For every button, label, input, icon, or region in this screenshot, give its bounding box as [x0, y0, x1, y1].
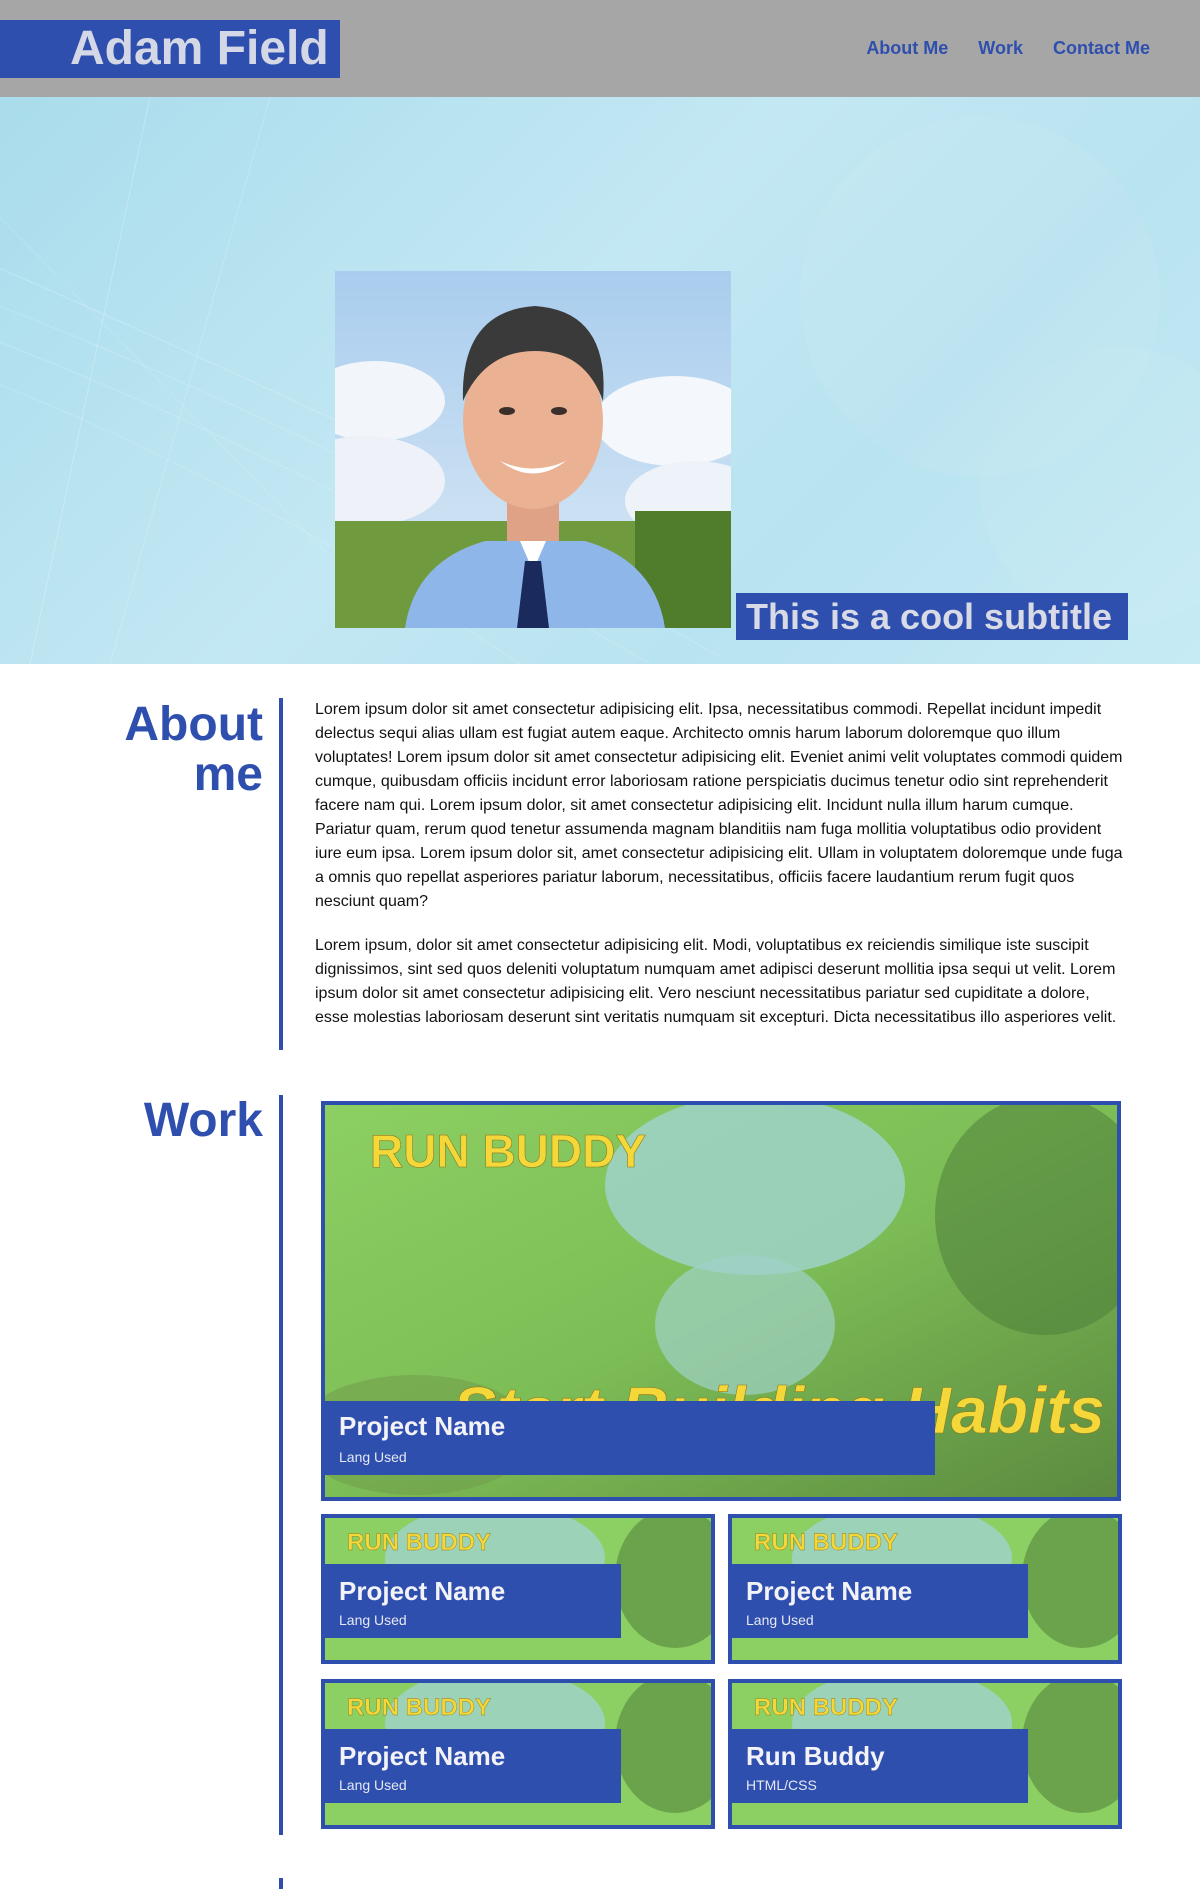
site-title[interactable]: Adam Field	[70, 20, 329, 78]
hero-banner: This is a cool subtitle	[0, 97, 1200, 664]
runbuddy-logo-text: RUN BUDDY	[754, 1529, 898, 1556]
project-label: Project Name Lang Used	[325, 1729, 621, 1803]
runbuddy-logo-text: RUN BUDDY	[754, 1694, 898, 1721]
runbuddy-logo-text: RUN BUDDY	[347, 1694, 491, 1721]
project-lang: HTML/CSS	[746, 1777, 817, 1793]
nav-about-me[interactable]: About Me	[866, 38, 948, 59]
hero-subtitle-box: This is a cool subtitle	[736, 593, 1128, 640]
project-card[interactable]: RUN BUDDY Run Buddy HTML/CSS	[728, 1679, 1122, 1829]
project-name[interactable]: Project Name	[339, 1411, 505, 1442]
about-heading-line2: me	[193, 748, 263, 801]
work-heading: Work	[143, 1094, 263, 1147]
runbuddy-logo-text: RUN BUDDY	[370, 1125, 646, 1177]
about-paragraph: Lorem ipsum, dolor sit amet consectetur …	[315, 937, 1117, 1026]
project-lang: Lang Used	[339, 1449, 407, 1465]
project-name[interactable]: Project Name	[339, 1741, 505, 1772]
about-heading: About me	[80, 700, 263, 800]
project-name[interactable]: Project Name	[339, 1576, 505, 1607]
project-lang: Lang Used	[339, 1777, 407, 1793]
project-name[interactable]: Run Buddy	[746, 1741, 885, 1772]
project-card-featured[interactable]: RUN BUDDY Start Building Habits Project …	[321, 1101, 1121, 1501]
hero-subtitle: This is a cool subtitle	[746, 595, 1113, 637]
profile-photo	[335, 271, 731, 628]
site-header: Adam Field About Me Work Contact Me	[0, 0, 1200, 97]
brand-box: Adam Field	[0, 20, 340, 78]
about-heading-line1: About	[124, 698, 263, 751]
project-card[interactable]: RUN BUDDY Project Name Lang Used	[728, 1514, 1122, 1664]
about-divider	[279, 698, 283, 1050]
project-label: Project Name Lang Used	[325, 1564, 621, 1638]
work-divider	[279, 1095, 283, 1835]
project-card[interactable]: RUN BUDDY Project Name Lang Used	[321, 1514, 715, 1664]
project-lang: Lang Used	[339, 1612, 407, 1628]
project-label: Project Name Lang Used	[325, 1401, 935, 1475]
about-content: Lorem ipsum dolor sit amet consectetur a…	[315, 698, 1127, 1050]
project-name[interactable]: Project Name	[746, 1576, 912, 1607]
project-card[interactable]: RUN BUDDY Project Name Lang Used	[321, 1679, 715, 1829]
nav-contact-me[interactable]: Contact Me	[1053, 38, 1150, 59]
project-label: Project Name Lang Used	[732, 1564, 1028, 1638]
about-paragraph: Lorem ipsum dolor sit amet consectetur a…	[315, 701, 1123, 910]
runbuddy-logo-text: RUN BUDDY	[347, 1529, 491, 1556]
nav-work[interactable]: Work	[978, 38, 1023, 59]
project-label: Run Buddy HTML/CSS	[732, 1729, 1028, 1803]
next-section-divider	[279, 1878, 283, 1889]
project-lang: Lang Used	[746, 1612, 814, 1628]
main-nav: About Me Work Contact Me	[866, 38, 1150, 59]
